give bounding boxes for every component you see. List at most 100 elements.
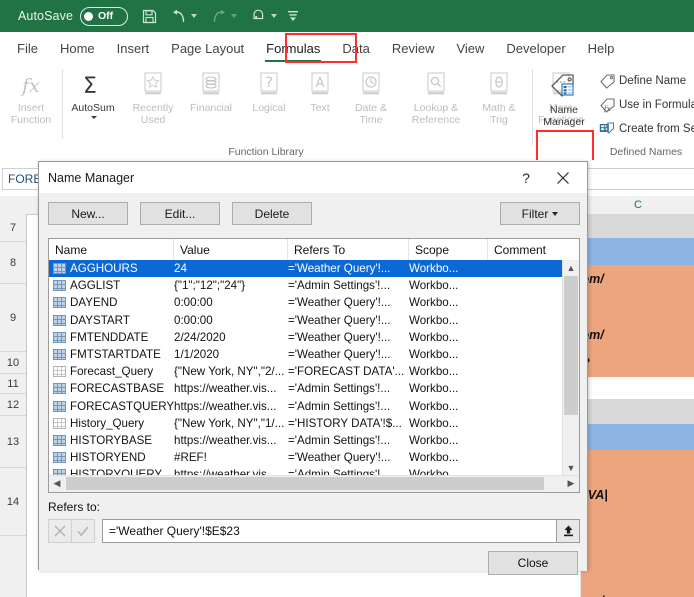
table-row[interactable]: AGGHOURS24='Weather Query'!...Workbo... [49,260,563,277]
row-header-13[interactable]: 13 [0,416,26,468]
row-header-10[interactable]: 10 [0,352,26,374]
refers-to-input[interactable]: ='Weather Query'!$E$23 [102,519,557,543]
autosum-button[interactable]: Σ AutoSum [62,65,124,143]
edit-button[interactable]: Edit... [140,202,220,225]
table-row[interactable]: History_Query{"New York, NY","1/...='HIS… [49,415,563,432]
row-header-8[interactable]: 8 [0,242,26,284]
table-row[interactable]: DAYSTART0:00:00='Weather Query'!...Workb… [49,312,563,329]
collapse-dialog-icon[interactable] [556,519,580,543]
vertical-scroll-thumb[interactable] [564,276,578,415]
dialog-body: New... Edit... Delete Filter Name Value … [39,194,587,571]
date-time-button[interactable]: Date & Time [342,65,400,143]
list-horizontal-scrollbar[interactable]: ◀ ▶ [49,475,579,492]
tab-insert[interactable]: Insert [106,32,161,65]
scroll-left-icon[interactable]: ◀ [49,476,65,491]
table-row[interactable]: Forecast_Query{"New York, NY","2/...='FO… [49,363,563,380]
cell-c-blue1[interactable] [581,238,694,265]
undo-dropdown-caret[interactable] [191,14,197,18]
cell-c-blank-gray2[interactable] [581,399,694,424]
tab-formulas[interactable]: Formulas [255,32,331,65]
tab-file[interactable]: File [6,32,49,65]
scroll-up-icon[interactable]: ▲ [563,260,579,276]
use-in-formula-button[interactable]: fx Use in Formula [598,93,694,117]
touch-mode-icon[interactable] [251,0,277,32]
table-row[interactable]: HISTORYBASEhttps://weather.vis...='Admin… [49,432,563,449]
defined-names-commands: Define Name fx Use in Formula Create fro… [598,69,694,141]
filter-button[interactable]: Filter [500,202,580,225]
table-row[interactable]: DAYEND0:00:00='Weather Query'!...Workbo.… [49,294,563,311]
row-refers-to: ='Weather Query'!... [288,296,409,309]
table-row[interactable]: FORECASTBASEhttps://weather.vis...='Admi… [49,380,563,397]
scroll-right-icon[interactable]: ▶ [563,476,579,491]
close-button[interactable]: Close [488,551,578,575]
autosave-toggle[interactable]: Off [80,7,128,26]
new-button[interactable]: New... [48,202,128,225]
tab-help[interactable]: Help [577,32,626,65]
cell-c-url-last[interactable]: crossing.com/ [581,540,694,597]
named-range-icon [53,297,66,308]
help-icon[interactable]: ? [511,162,541,193]
horizontal-scroll-thumb[interactable] [66,477,544,490]
delete-button[interactable]: Delete [232,202,312,225]
cell-c-blue2[interactable] [581,424,694,450]
column-header-name[interactable]: Name [49,239,174,260]
scroll-down-icon[interactable]: ▼ [563,460,579,476]
close-icon[interactable] [543,162,583,193]
row-scope: Workbo... [409,262,488,275]
cell-c-url-forecast-1[interactable]: crossing.com/ [581,321,694,349]
column-header-value[interactable]: Value [174,239,288,260]
autosum-caret[interactable] [91,116,97,119]
logical-button[interactable]: ? Logical [240,65,298,143]
touch-mode-caret[interactable] [271,14,277,18]
column-header-scope[interactable]: Scope [409,239,488,260]
recently-used-button[interactable]: Recently Used [124,65,182,143]
row-header-12[interactable]: 12 [0,394,26,416]
column-header-refersto[interactable]: Refers To [288,239,409,260]
tab-developer[interactable]: Developer [495,32,576,65]
table-row[interactable]: FMTENDDATE2/24/2020='Weather Query'!...W… [49,329,563,346]
financial-button[interactable]: Financial [182,65,240,143]
cell-c-url-forecast-2[interactable]: ta/forecast? [581,349,694,377]
cell-c-blank-white[interactable] [581,377,694,399]
tab-review[interactable]: Review [381,32,446,65]
math-trig-button[interactable]: Math & Trig [472,65,526,143]
cell-c-location[interactable]: e|Herndon, VA| [581,450,694,540]
clock-icon [359,71,383,99]
define-name-button[interactable]: Define Name [598,69,694,93]
name-manager-button[interactable]: Name Manager [536,67,592,143]
tab-home[interactable]: Home [49,32,106,65]
text-button[interactable]: A Text [298,65,342,143]
cell-c-url-history-2[interactable]: ta/history? [581,293,694,321]
save-icon[interactable] [142,0,157,32]
row-scope: Workbo... [409,279,488,292]
customize-qat-icon[interactable] [287,0,299,32]
create-from-selection-button[interactable]: Create from Se [598,117,694,141]
named-range-icon [53,383,66,394]
svg-text:fx: fx [603,105,611,113]
column-header-comment[interactable]: Comment [488,239,565,260]
row-header-11[interactable]: 11 [0,374,26,394]
table-row[interactable]: FORECASTQUERYhttps://weather.vis...='Adm… [49,398,563,415]
row-header-7[interactable]: 7 [0,214,26,242]
table-row[interactable]: AGGLIST{"1";"12";"24"}='Admin Settings'!… [49,277,563,294]
insert-function-button[interactable]: fx Insert Function [0,65,62,143]
cell-c-blank-gray1[interactable] [581,214,694,238]
tab-data[interactable]: Data [331,32,380,65]
table-row[interactable]: FMTSTARTDATE1/1/2020='Weather Query'!...… [49,346,563,363]
names-list-view[interactable]: Name Value Refers To Scope Comment AGGHO… [48,238,580,493]
row-header-14[interactable]: 14 [0,468,26,536]
table-row[interactable]: HISTORYEND#REF!='Weather Query'!...Workb… [49,449,563,466]
tag-fx-icon: fx [598,98,616,113]
lookup-reference-button[interactable]: Lookup & Reference [400,65,472,143]
tab-view[interactable]: View [445,32,495,65]
row-header-9[interactable]: 9 [0,284,26,352]
list-vertical-scrollbar[interactable]: ▲ ▼ [562,260,579,476]
dialog-title-bar[interactable]: Name Manager ? [39,162,587,194]
column-header-c[interactable]: C [580,196,694,214]
name-box[interactable]: FORE [2,168,42,190]
row-scope: Workbo... [409,451,488,464]
cell-c-url-history-1[interactable]: crossing.com/ [581,265,694,293]
tab-page-layout[interactable]: Page Layout [160,32,255,65]
star-icon [141,71,165,99]
undo-icon[interactable] [171,0,197,32]
